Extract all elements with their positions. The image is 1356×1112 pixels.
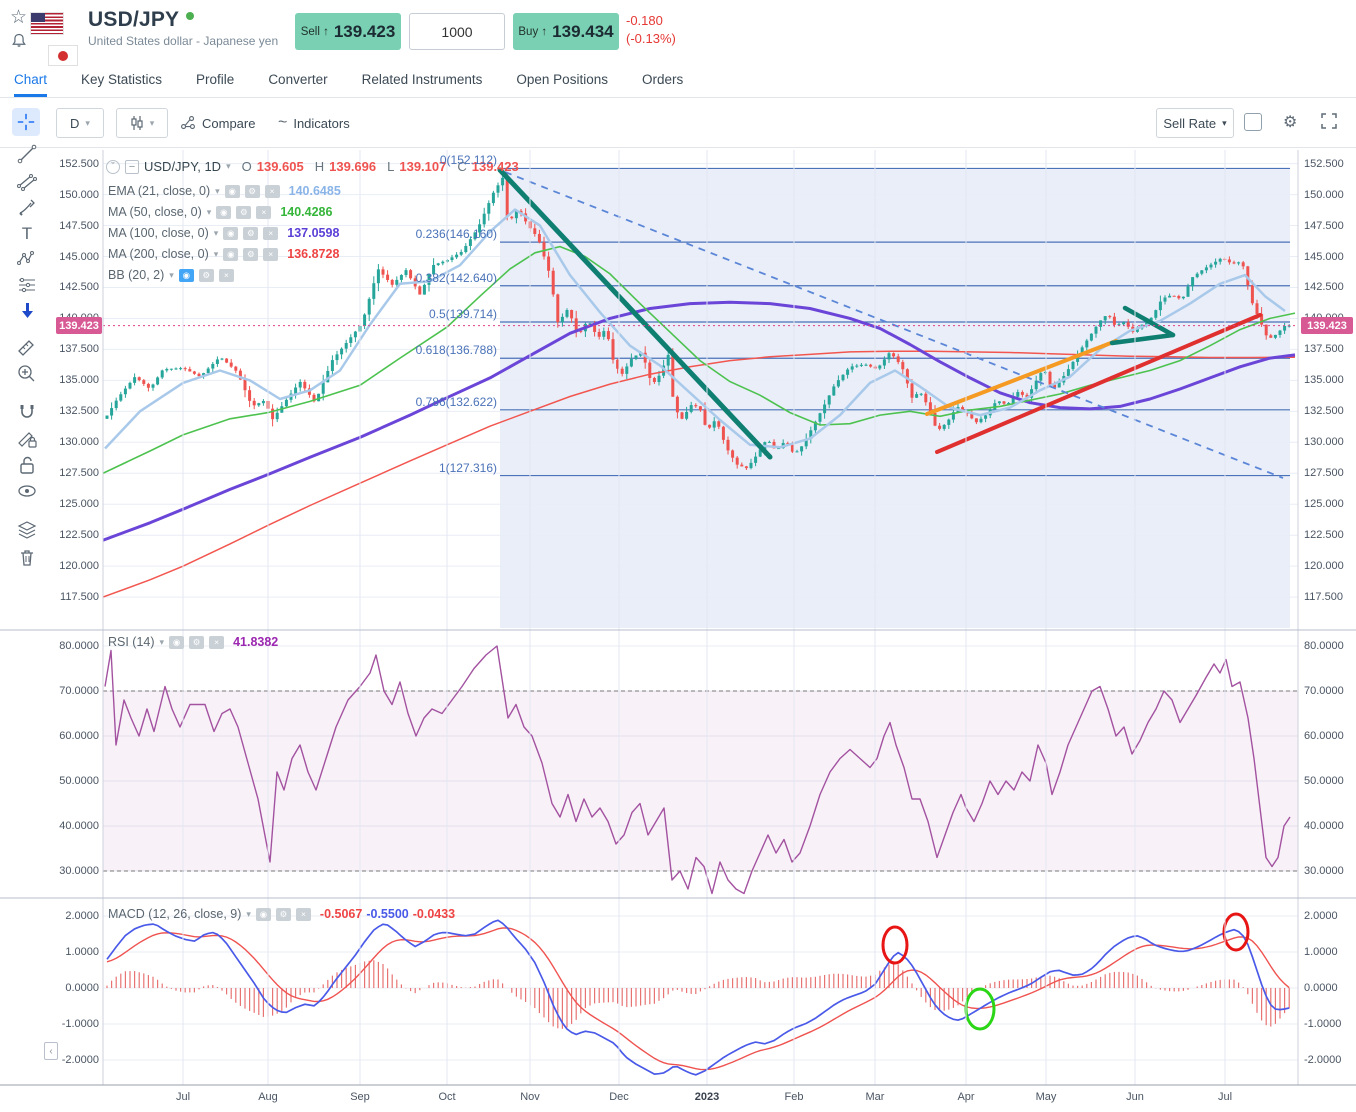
tab-chart[interactable]: Chart (14, 62, 47, 97)
high-label: H (315, 159, 324, 174)
series-title: USD/JPY, 1D (144, 159, 221, 174)
rate-side-dropdown[interactable]: Sell Rate▾ (1156, 108, 1234, 138)
indicator-legend-row: MA (200, close, 0)▾◉⚙×136.8728 (108, 247, 339, 261)
macd-close-icon[interactable]: × (296, 908, 311, 921)
buy-price: 139.434 (552, 22, 613, 42)
macd-value: -0.0433 (413, 907, 455, 921)
candlestick-icon (130, 115, 144, 131)
indicator-legend-row: EMA (21, close, 0)▾◉⚙×140.6485 (108, 184, 341, 198)
rsi-legend: RSI (14) ▾ ◉ ⚙ × 41.8382 (108, 635, 278, 649)
panel-collapse-button[interactable]: ‹ (44, 1042, 58, 1060)
sell-button[interactable]: Sell ↑ 139.423 (295, 13, 401, 50)
us-flag (31, 13, 63, 34)
tab-converter[interactable]: Converter (268, 62, 327, 97)
indicator-gear-icon[interactable]: ⚙ (243, 248, 258, 261)
fullscreen-icon[interactable] (1321, 113, 1337, 129)
toolbar-checkbox[interactable] (1244, 113, 1262, 131)
crosshair-tool[interactable] (12, 108, 40, 136)
chart-canvas[interactable] (0, 148, 1356, 1112)
minimize-icon[interactable]: − (125, 160, 139, 174)
high-value: 139.696 (329, 159, 376, 174)
indicator-eye-icon[interactable]: ◉ (223, 227, 238, 240)
indicator-value: 140.6485 (289, 184, 341, 198)
low-label: L (387, 159, 394, 174)
market-open-dot (186, 12, 194, 20)
chart-type-dropdown[interactable]: ▾ (116, 108, 168, 138)
chart-settings-gear-icon[interactable]: ⚙ (1283, 112, 1297, 132)
main-series-legend: ˇ − USD/JPY, 1D ▾ O 139.605 H 139.696 L 139… (106, 159, 519, 174)
bb-legend-row: BB (20, 2)▾◉⚙× (108, 268, 234, 282)
buy-button[interactable]: Buy ↑ 139.434 (513, 13, 619, 50)
compare-button[interactable]: Compare (180, 108, 255, 138)
indicator-eye-icon[interactable]: ◉ (225, 185, 240, 198)
pair-subtitle: United States dollar - Japanese yen (88, 34, 278, 48)
rsi-panel[interactable] (103, 646, 1298, 894)
indicator-legend-row: MA (50, close, 0)▾◉⚙×140.4286 (108, 205, 332, 219)
price-change: -0.180 (626, 13, 663, 28)
indicator-eye-icon[interactable]: ◉ (216, 206, 231, 219)
collapse-chevron-icon[interactable]: ˇ (106, 160, 120, 174)
indicator-gear-icon[interactable]: ⚙ (236, 206, 251, 219)
close-label: C (457, 159, 466, 174)
indicator-close-icon[interactable]: × (263, 248, 278, 261)
indicator-value: 140.4286 (280, 205, 332, 219)
amount-input[interactable] (409, 13, 505, 50)
interval-dropdown[interactable]: D▾ (56, 108, 104, 138)
indicator-close-icon[interactable]: × (256, 206, 271, 219)
indicator-eye-icon[interactable]: ◉ (223, 248, 238, 261)
tab-related-instruments[interactable]: Related Instruments (362, 62, 483, 97)
rsi-close-icon[interactable]: × (209, 636, 224, 649)
indicator-gear-icon[interactable]: ⚙ (243, 227, 258, 240)
tab-open-positions[interactable]: Open Positions (516, 62, 608, 97)
bb-gear-icon[interactable]: ⚙ (199, 269, 214, 282)
indicator-close-icon[interactable]: × (263, 227, 278, 240)
indicator-close-icon[interactable]: × (265, 185, 280, 198)
macd-panel[interactable] (103, 914, 1298, 1075)
compare-icon (180, 115, 196, 131)
bb-eye-icon[interactable]: ◉ (179, 269, 194, 282)
alert-bell-icon[interactable] (10, 32, 28, 55)
series-caret-icon: ▾ (226, 161, 231, 172)
macd-legend: MACD (12, 26, close, 9) ▾ ◉ ⚙ × -0.5067-… (108, 905, 455, 923)
indicators-button[interactable]: ~ Indicators (278, 108, 350, 138)
tab-key-statistics[interactable]: Key Statistics (81, 62, 162, 97)
rsi-eye-icon[interactable]: ◉ (169, 636, 184, 649)
trading-platform: ☆ USD/JPY United States dollar - Japanes… (0, 0, 1356, 1112)
sell-price: 139.423 (334, 22, 395, 42)
price-change-pct: (-0.13%) (626, 31, 676, 46)
favorite-star-icon[interactable]: ☆ (10, 8, 27, 28)
annotation-circle (883, 927, 907, 963)
indicator-legend-row: MA (100, close, 0)▾◉⚙×137.0598 (108, 226, 339, 240)
indicator-gear-icon[interactable]: ⚙ (245, 185, 260, 198)
open-value: 139.605 (257, 159, 304, 174)
macd-gear-icon[interactable]: ⚙ (276, 908, 291, 921)
page-title: USD/JPY (88, 8, 179, 32)
macd-eye-icon[interactable]: ◉ (256, 908, 271, 921)
open-label: O (242, 159, 252, 174)
low-value: 139.107 (399, 159, 446, 174)
macd-value: -0.5067 (320, 907, 362, 921)
tab-bar: Chart Key Statistics Profile Converter Relat… (0, 62, 1356, 98)
indicator-value: 137.0598 (287, 226, 339, 240)
macd-value: -0.5500 (366, 907, 408, 921)
wave-icon: ~ (278, 114, 287, 132)
rsi-value: 41.8382 (233, 635, 278, 649)
chart-toolbar: D▾ ▾ Compare ~ Indicators Sell Rate▾ ⚙ (0, 98, 1356, 148)
tab-orders[interactable]: Orders (642, 62, 683, 97)
indicator-value: 136.8728 (287, 247, 339, 261)
close-value: 139.423 (472, 159, 519, 174)
tab-profile[interactable]: Profile (196, 62, 234, 97)
bb-close-icon[interactable]: × (219, 269, 234, 282)
rsi-gear-icon[interactable]: ⚙ (189, 636, 204, 649)
